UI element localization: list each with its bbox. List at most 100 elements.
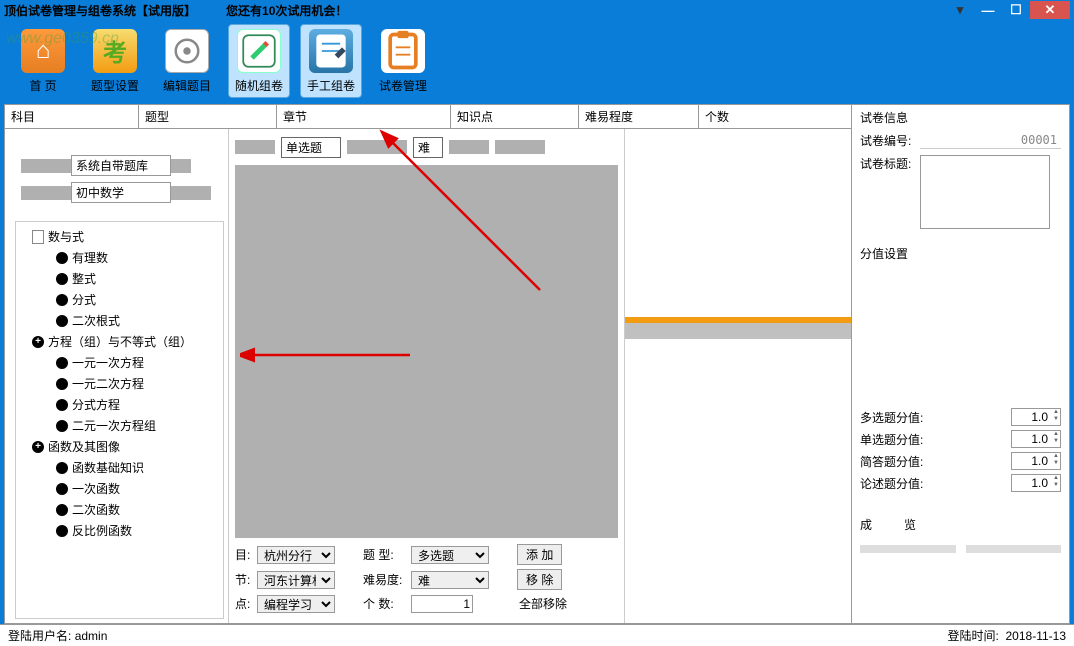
bullet-icon bbox=[56, 504, 68, 516]
tree-label: 方程（组）与不等式（组） bbox=[48, 333, 192, 350]
score-spinner[interactable]: 1.0 bbox=[1011, 408, 1061, 426]
close-button[interactable]: ✕ bbox=[1030, 1, 1070, 19]
col-qtype[interactable]: 题型 bbox=[139, 105, 277, 128]
tree-label: 分式方程 bbox=[72, 396, 120, 413]
col-kpoint[interactable]: 知识点 bbox=[451, 105, 579, 128]
preview-column bbox=[625, 129, 851, 623]
col-count[interactable]: 个数 bbox=[699, 105, 851, 128]
tree-node[interactable]: 二次根式 bbox=[56, 312, 221, 329]
tree-node[interactable]: 有理数 bbox=[56, 249, 221, 266]
tree-node[interactable]: 数与式 bbox=[32, 228, 221, 245]
maximize-button[interactable]: ☐ bbox=[1002, 1, 1030, 19]
tree-label: 数与式 bbox=[48, 228, 84, 245]
login-time: 2018-11-13 bbox=[1006, 629, 1067, 643]
action-button[interactable] bbox=[860, 545, 956, 553]
tree-node[interactable]: 一元一次方程 bbox=[56, 354, 221, 371]
tree-node[interactable]: + 函数及其图像 bbox=[32, 438, 221, 455]
score-spinner[interactable]: 1.0 bbox=[1011, 474, 1061, 492]
tree-node[interactable]: 一元二次方程 bbox=[56, 375, 221, 392]
home-tool[interactable]: ⌂ 首 页 bbox=[12, 24, 74, 98]
kpoint-dd[interactable]: 编程学习 bbox=[257, 595, 335, 613]
dropdown-button[interactable]: ▾ bbox=[946, 1, 974, 19]
preview-strip bbox=[625, 323, 851, 339]
chapter-tree[interactable]: 数与式有理数整式分式二次根式+方程（组）与不等式（组）一元一次方程一元二次方程分… bbox=[15, 221, 224, 619]
type-icon: 考 bbox=[93, 29, 137, 73]
tree-label: 整式 bbox=[72, 270, 96, 287]
minimize-button[interactable]: — bbox=[974, 1, 1002, 19]
form-label: 题 型: bbox=[363, 546, 407, 563]
score-spinner[interactable]: 1.0 bbox=[1011, 430, 1061, 448]
chapter-dd[interactable]: 河东计算机考 bbox=[257, 571, 335, 589]
bullet-icon bbox=[56, 420, 68, 432]
tree-column: 系统自带题库 初中数学 数与式有理数整式分式二次根式+方程（组）与不等式（组）一… bbox=[5, 129, 229, 623]
expand-icon: + bbox=[32, 441, 44, 453]
titlebar: 顶伯试卷管理与组卷系统【试用版】 您还有10次试用机会！ ▾ — ☐ ✕ bbox=[0, 0, 1074, 20]
main-panel: 科目 题型 章节 知识点 难易程度 个数 系统自带题库 初中数学 bbox=[4, 104, 1070, 624]
paper-title-input[interactable] bbox=[920, 155, 1050, 229]
manage-tool[interactable]: 试卷管理 bbox=[372, 24, 434, 98]
action-button[interactable] bbox=[966, 545, 1062, 553]
tree-label: 函数及其图像 bbox=[48, 438, 120, 455]
edit-tool[interactable]: 编辑题目 bbox=[156, 24, 218, 98]
form-area: 目: 杭州分行 题 型: 多选题 添 加 节: 河东计算机考 难易度: 难 bbox=[229, 538, 624, 623]
qtype-dd[interactable]: 多选题 bbox=[411, 546, 489, 564]
tree-label: 一次函数 bbox=[72, 480, 120, 497]
tool-label: 随机组卷 bbox=[235, 77, 283, 94]
doc-icon bbox=[32, 230, 44, 244]
filter-row: 单选题 难 bbox=[229, 129, 624, 165]
qtype-input[interactable]: 单选题 bbox=[281, 137, 341, 158]
tree-node[interactable]: 函数基础知识 bbox=[56, 459, 221, 476]
tool-label: 题型设置 bbox=[91, 77, 139, 94]
tree-label: 有理数 bbox=[72, 249, 108, 266]
tree-node[interactable]: 分式方程 bbox=[56, 396, 221, 413]
form-label: 目: bbox=[235, 546, 253, 563]
bullet-icon bbox=[56, 399, 68, 411]
question-list-area[interactable] bbox=[235, 165, 618, 538]
tree-node[interactable]: 二次函数 bbox=[56, 501, 221, 518]
notepad-icon bbox=[309, 29, 353, 73]
tree-label: 一元二次方程 bbox=[72, 375, 144, 392]
tool-label: 首 页 bbox=[29, 77, 56, 94]
remove-all-button[interactable]: 全部移除 bbox=[511, 594, 575, 613]
subject-select[interactable]: 初中数学 bbox=[71, 182, 171, 203]
status-bar: 登陆用户名: admin 登陆时间: 2018-11-13 bbox=[0, 624, 1074, 646]
bank-select[interactable]: 系统自带题库 bbox=[71, 155, 171, 176]
bullet-icon bbox=[56, 483, 68, 495]
left-panel: 科目 题型 章节 知识点 难易程度 个数 系统自带题库 初中数学 bbox=[5, 105, 851, 623]
score-spinner[interactable]: 1.0 bbox=[1011, 452, 1061, 470]
tree-node[interactable]: 分式 bbox=[56, 291, 221, 308]
count-input[interactable] bbox=[411, 595, 473, 613]
manual-tool[interactable]: 手工组卷 bbox=[300, 24, 362, 98]
tree-node[interactable]: +方程（组）与不等式（组） bbox=[32, 333, 221, 350]
title-label: 试卷标题: bbox=[860, 155, 920, 172]
pencil-icon bbox=[237, 29, 281, 73]
paper-id: 00001 bbox=[920, 132, 1061, 149]
trial-message: 您还有10次试用机会！ bbox=[226, 2, 347, 19]
form-label: 个 数: bbox=[363, 595, 407, 612]
tree-node[interactable]: 反比例函数 bbox=[56, 522, 221, 539]
score-label: 多选题分值: bbox=[860, 409, 1011, 426]
tree-node[interactable]: 一次函数 bbox=[56, 480, 221, 497]
add-button[interactable]: 添 加 bbox=[517, 544, 562, 565]
preview-label: 览 bbox=[904, 516, 916, 533]
tree-label: 二次根式 bbox=[72, 312, 120, 329]
score-title: 分值设置 bbox=[860, 245, 1061, 262]
info-panel: 试卷信息 试卷编号: 00001 试卷标题: 分值设置 多选题分值:1.0单选题… bbox=[851, 105, 1069, 623]
score-label: 简答题分值: bbox=[860, 453, 1011, 470]
tree-node[interactable]: 整式 bbox=[56, 270, 221, 287]
col-difficulty[interactable]: 难易程度 bbox=[579, 105, 699, 128]
user-name: admin bbox=[75, 629, 108, 643]
gear-icon bbox=[165, 29, 209, 73]
col-subject[interactable]: 科目 bbox=[5, 105, 139, 128]
random-tool[interactable]: 随机组卷 bbox=[228, 24, 290, 98]
bullet-icon bbox=[56, 294, 68, 306]
app-title: 顶伯试卷管理与组卷系统【试用版】 bbox=[4, 2, 196, 19]
subject-dd[interactable]: 杭州分行 bbox=[257, 546, 335, 564]
diff-dd[interactable]: 难 bbox=[411, 571, 489, 589]
bullet-icon bbox=[56, 525, 68, 537]
diff-input[interactable]: 难 bbox=[413, 137, 443, 158]
tree-node[interactable]: 二元一次方程组 bbox=[56, 417, 221, 434]
col-chapter[interactable]: 章节 bbox=[277, 105, 451, 128]
qtype-tool[interactable]: 考 题型设置 bbox=[84, 24, 146, 98]
remove-button[interactable]: 移 除 bbox=[517, 569, 562, 590]
